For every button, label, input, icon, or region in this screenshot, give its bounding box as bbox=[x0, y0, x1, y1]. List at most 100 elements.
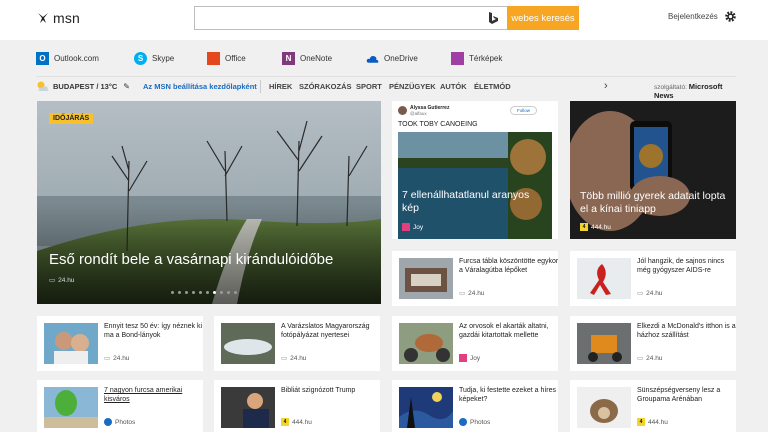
tweet-card[interactable]: Alyssa Gutierrez @alfaux Follow TOOK TOB… bbox=[392, 101, 558, 239]
card-source: Photos bbox=[459, 418, 490, 426]
card-source: 4 444.hu bbox=[281, 418, 312, 426]
card-title[interactable]: Furcsa tábla köszöntötte egykor a Várala… bbox=[459, 257, 558, 275]
source-label: Photos bbox=[470, 418, 491, 426]
source-label: Photos bbox=[115, 418, 136, 426]
quicklink-onedrive[interactable]: OneDrive bbox=[366, 52, 418, 65]
hero-card[interactable]: IDŐJÁRÁS Eső rondít bele a vasárnapi kir… bbox=[37, 101, 381, 304]
follow-button[interactable]: Follow bbox=[510, 106, 538, 115]
divider bbox=[36, 76, 736, 77]
set-homepage-link[interactable]: Az MSN beállítása kezdőlapként bbox=[143, 82, 257, 91]
source-label: 444.hu bbox=[591, 223, 611, 231]
quicklink-skype[interactable]: S Skype bbox=[134, 52, 174, 65]
card-title[interactable]: Sünszépségverseny lesz a Groupama Arénáb… bbox=[637, 386, 736, 404]
card-thumbnail bbox=[221, 323, 275, 364]
card-thumbnail bbox=[577, 323, 631, 364]
card-source: ▭ 24.hu bbox=[637, 289, 662, 298]
hero-image bbox=[37, 101, 381, 304]
carousel-dot[interactable] bbox=[185, 291, 188, 294]
onenote-icon: N bbox=[282, 52, 295, 65]
office-icon bbox=[207, 52, 220, 65]
category-badge: IDŐJÁRÁS bbox=[49, 113, 94, 124]
card-title[interactable]: 7 nagyon furcsa amerikai kisváros bbox=[104, 386, 203, 404]
news-card[interactable]: Sünszépségverseny lesz a Groupama Arénáb… bbox=[570, 380, 736, 432]
nav-item-autok[interactable]: AUTÓK bbox=[440, 82, 467, 91]
kid-image bbox=[570, 101, 736, 239]
news-card[interactable]: Ennyit tesz 50 év: így néznek ki ma a Bo… bbox=[37, 316, 203, 371]
bing-icon[interactable] bbox=[487, 11, 499, 25]
source-icon: ▭ bbox=[281, 355, 288, 362]
provider-label: szolgáltató: bbox=[654, 84, 687, 91]
carousel-dot[interactable] bbox=[171, 291, 174, 294]
card-source: 4 444.hu bbox=[637, 418, 668, 426]
card-source: ▭ 24.hu bbox=[281, 354, 306, 363]
quicklink-label: Skype bbox=[152, 54, 175, 63]
card-thumbnail bbox=[44, 323, 98, 364]
search-button[interactable]: webes keresés bbox=[507, 6, 579, 30]
carousel-dot[interactable] bbox=[199, 291, 202, 294]
card-title[interactable]: Elkezdi a McDonald's itthon is a házhoz … bbox=[637, 322, 736, 340]
nav-item-penzugyek[interactable]: PÉNZÜGYEK bbox=[389, 82, 436, 91]
carousel-dot[interactable] bbox=[206, 291, 209, 294]
joy-logo bbox=[459, 354, 467, 362]
card-title[interactable]: 7 ellenállhatatlanul aranyos kép bbox=[402, 189, 547, 215]
quicklink-outlook[interactable]: O Outlook.com bbox=[36, 52, 99, 65]
quicklink-onenote[interactable]: N OneNote bbox=[282, 52, 332, 65]
news-card[interactable]: Furcsa tábla köszöntötte egykor a Várala… bbox=[392, 251, 558, 306]
444-logo: 4 bbox=[281, 418, 289, 426]
carousel-dot[interactable] bbox=[213, 291, 216, 294]
kid-card[interactable]: Több millió gyerek adatait lopta el a kí… bbox=[570, 101, 736, 239]
card-title[interactable]: Tudja, ki festette ezeket a híres képeke… bbox=[459, 386, 558, 404]
nav-item-sport[interactable]: SPORT bbox=[356, 82, 382, 91]
weather-text: BUDAPEST / 13°C bbox=[53, 81, 118, 91]
card-title[interactable]: Több millió gyerek adatait lopta el a kí… bbox=[580, 190, 730, 216]
news-card[interactable]: Jól hangzik, de sajnos nincs még gyógysz… bbox=[570, 251, 736, 306]
card-title[interactable]: Jól hangzik, de sajnos nincs még gyógysz… bbox=[637, 257, 736, 275]
source-icon: ▭ bbox=[637, 290, 644, 297]
onedrive-icon bbox=[366, 52, 379, 65]
weather-widget[interactable]: BUDAPEST / 13°C ✎ bbox=[36, 80, 130, 92]
card-source: ▭ 24.hu bbox=[104, 354, 130, 363]
quicklink-office[interactable]: Office bbox=[207, 52, 246, 65]
news-card[interactable]: Bibliát szignózott Trump 4 444.hu bbox=[214, 380, 380, 432]
tweet-handle: @alfaux bbox=[410, 111, 427, 116]
photos-icon bbox=[459, 418, 467, 426]
card-title[interactable]: Ennyit tesz 50 év: így néznek ki ma a Bo… bbox=[104, 322, 203, 340]
source-icon: ▭ bbox=[49, 277, 56, 284]
news-card[interactable]: Elkezdi a McDonald's itthon is a házhoz … bbox=[570, 316, 736, 371]
nav-item-eletmod[interactable]: ÉLETMÓD bbox=[474, 82, 511, 91]
source-label: 24.hu bbox=[468, 289, 485, 297]
gear-icon[interactable] bbox=[724, 10, 737, 23]
source-label: Joy bbox=[470, 354, 481, 362]
news-card[interactable]: Tudja, ki festette ezeket a híres képeke… bbox=[392, 380, 558, 432]
quicklink-maps[interactable]: Térképek bbox=[451, 52, 502, 65]
pencil-icon[interactable]: ✎ bbox=[123, 82, 130, 91]
news-card[interactable]: Az orvosok el akarták altatni, gazdái ki… bbox=[392, 316, 558, 371]
avatar bbox=[398, 106, 407, 115]
carousel-dots bbox=[171, 291, 237, 294]
signin-link[interactable]: Bejelentkezés bbox=[668, 12, 718, 21]
hero-title[interactable]: Eső rondít bele a vasárnapi kirándulóidő… bbox=[49, 251, 333, 268]
card-title[interactable]: Bibliát szignózott Trump bbox=[281, 386, 380, 395]
carousel-dot[interactable] bbox=[178, 291, 181, 294]
top-bar: msn webes keresés Bejelentkezés bbox=[0, 0, 768, 40]
quicklink-label: Outlook.com bbox=[54, 54, 99, 63]
chevron-right-icon[interactable]: › bbox=[604, 80, 608, 92]
carousel-dot[interactable] bbox=[220, 291, 223, 294]
provider-credit: szolgáltató: Microsoft News bbox=[654, 82, 736, 100]
msn-logo[interactable]: msn bbox=[36, 10, 80, 26]
nav-item-szorakozas[interactable]: SZÓRAKOZÁS bbox=[299, 82, 352, 91]
source-label: 24.hu bbox=[113, 354, 130, 362]
card-source: Joy bbox=[459, 354, 480, 362]
news-card[interactable]: A Varázslatos Magyarország fotópályázat … bbox=[214, 316, 380, 371]
card-title[interactable]: A Varázslatos Magyarország fotópályázat … bbox=[281, 322, 380, 340]
card-title[interactable]: Az orvosok el akarták altatni, gazdái ki… bbox=[459, 322, 558, 340]
carousel-dot[interactable] bbox=[192, 291, 195, 294]
carousel-dot[interactable] bbox=[227, 291, 230, 294]
nav-item-hirek[interactable]: HÍREK bbox=[269, 82, 292, 91]
search-input[interactable] bbox=[199, 9, 479, 27]
carousel-dot[interactable] bbox=[234, 291, 237, 294]
card-source: 4 444.hu bbox=[580, 223, 611, 231]
card-thumbnail bbox=[577, 387, 631, 428]
card-source: Joy bbox=[402, 223, 423, 231]
news-card[interactable]: 7 nagyon furcsa amerikai kisváros Photos bbox=[37, 380, 203, 432]
